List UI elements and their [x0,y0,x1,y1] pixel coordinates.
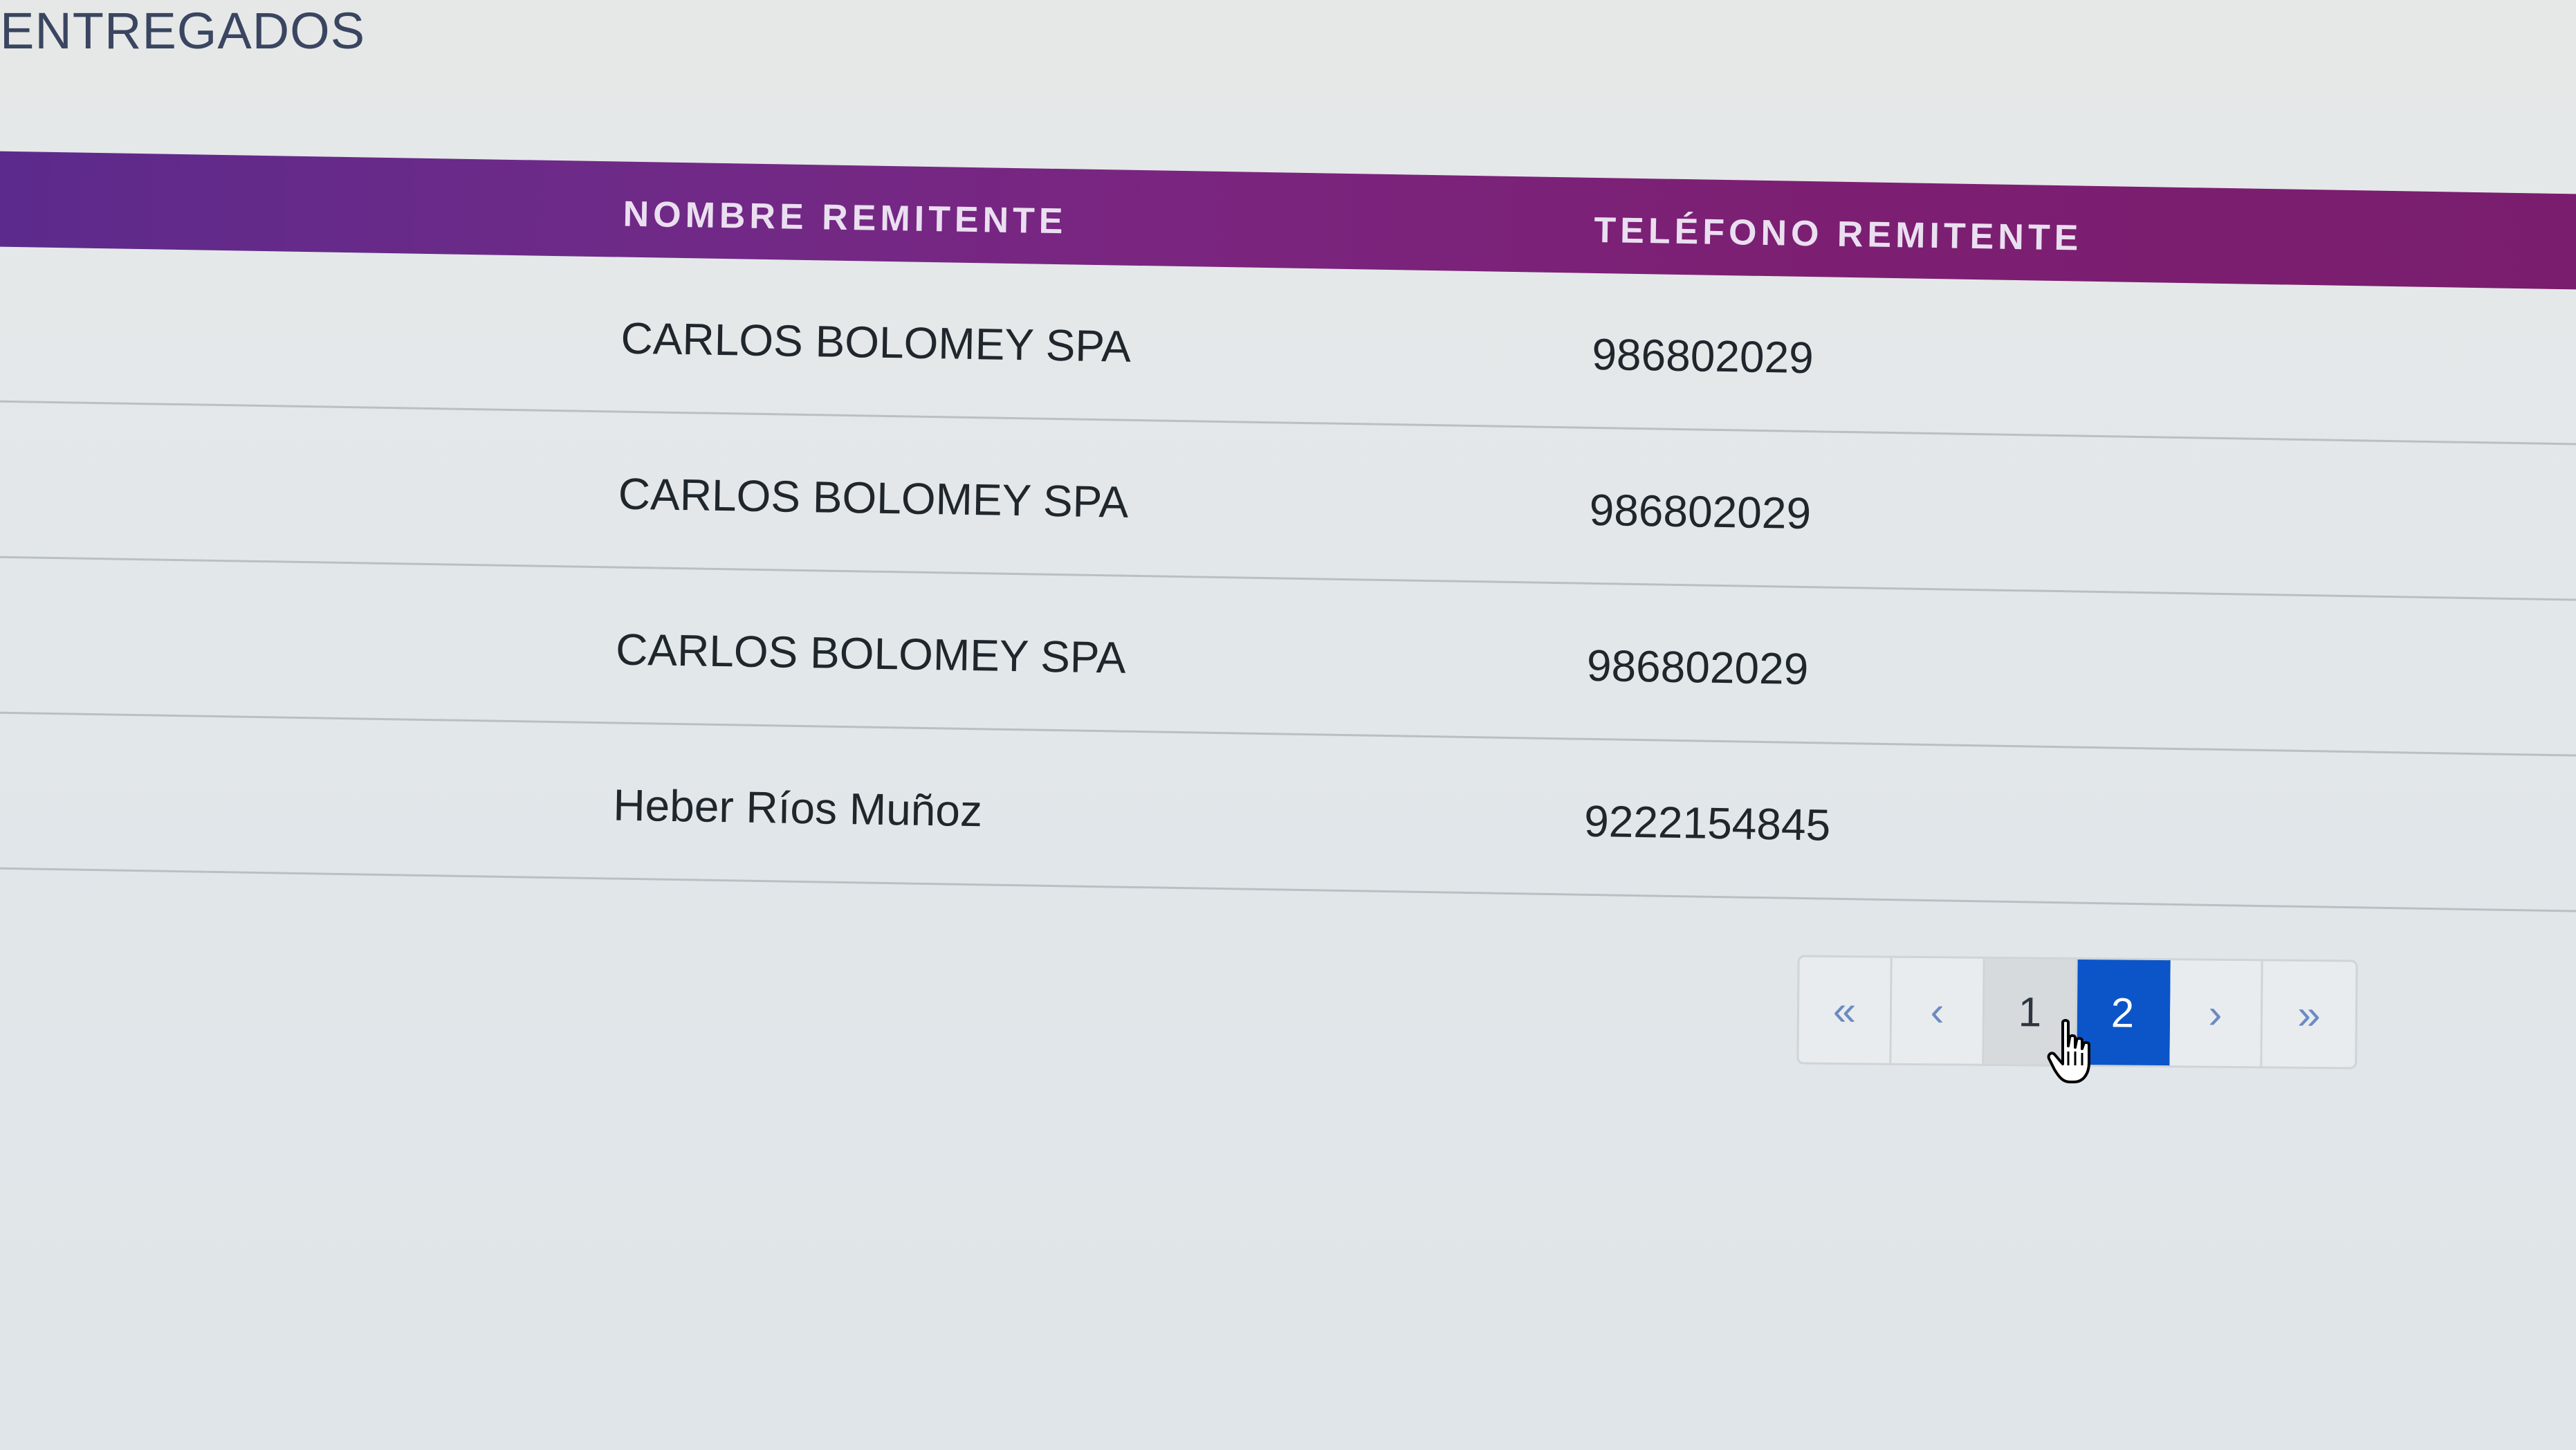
column-header-sender-name[interactable]: NOMBRE REMITENTE [623,194,1067,243]
column-header-sender-phone[interactable]: TELÉFONO REMITENTE [1594,210,2083,259]
page: ENTREGADOS NOMBRE REMITENTE TELÉFONO REM… [0,0,2576,1450]
sender-name-cell: Heber Ríos Muñoz [612,780,983,836]
page-title: ENTREGADOS [0,2,366,59]
pagination-next-button[interactable]: › [2169,960,2263,1067]
pagination-first-button[interactable]: « [1798,957,1893,1063]
sender-phone-cell: 986802029 [1589,484,1812,539]
sender-phone-cell: 986802029 [1586,640,1809,695]
pagination-last-button[interactable]: » [2262,961,2355,1067]
sender-name-cell: CARLOS BOLOMEY SPA [620,313,1132,371]
hand-pointer-icon [2047,1019,2090,1083]
sender-name-cell: CARLOS BOLOMEY SPA [618,468,1129,527]
sender-phone-cell: 9222154845 [1583,796,1831,850]
delivered-table: NOMBRE REMITENTE TELÉFONO REMITENTE CARL… [0,151,2576,913]
sender-name-cell: CARLOS BOLOMEY SPA [615,624,1127,683]
pagination-prev-button[interactable]: ‹ [1891,957,1985,1064]
sender-phone-cell: 986802029 [1591,329,1814,383]
